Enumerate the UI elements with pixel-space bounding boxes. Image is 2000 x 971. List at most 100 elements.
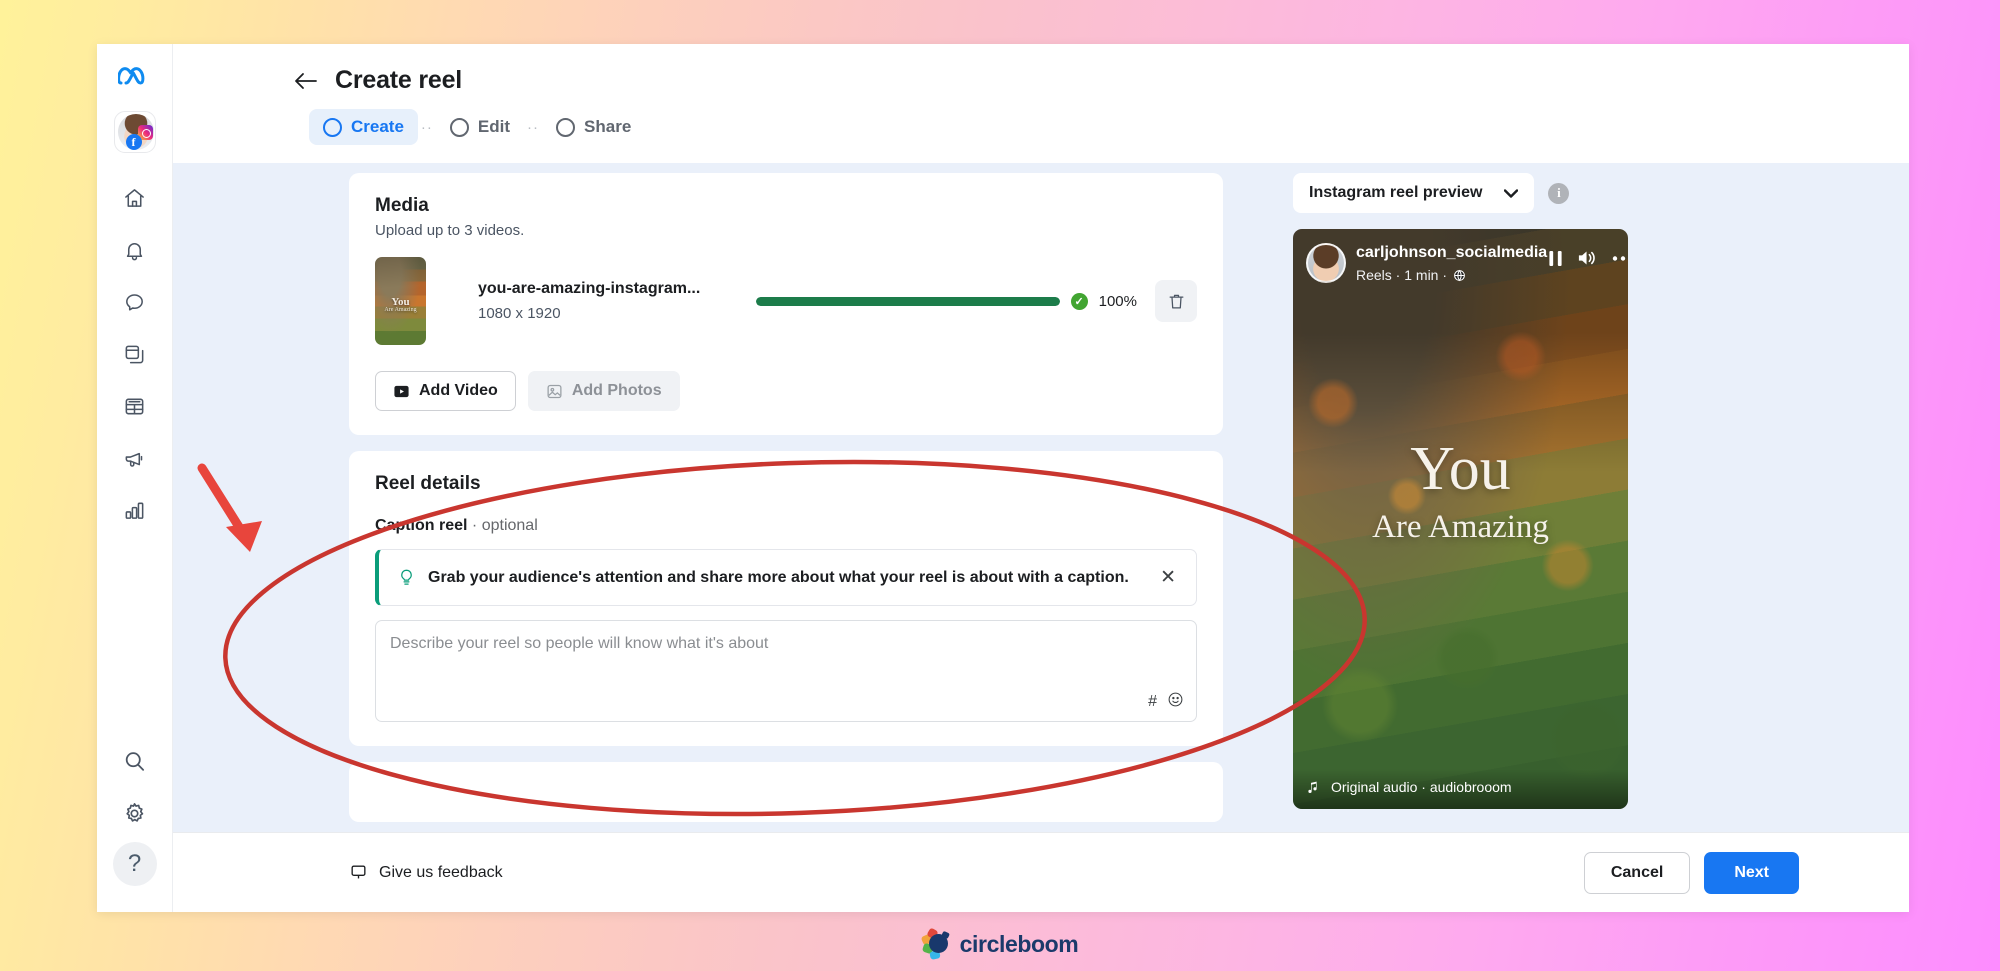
content-body: Media Upload up to 3 videos. You Are Ama… xyxy=(173,163,1909,912)
app-window: f ? Create reel Create ·· Edit ·· Share … xyxy=(97,44,1909,912)
next-button[interactable]: Next xyxy=(1704,851,1799,894)
reel-preview: carljohnson_socialmedia Reels · 1 min · xyxy=(1293,229,1628,809)
step-share[interactable]: Share xyxy=(542,109,645,145)
media-file-row: You Are Amazing you-are-amazing-instagra… xyxy=(375,257,1197,345)
gear-icon xyxy=(126,802,144,822)
emoji-icon[interactable] xyxy=(1167,691,1184,713)
preview-account-name: carljohnson_socialmedia xyxy=(1356,244,1548,261)
delete-media-button[interactable] xyxy=(1155,280,1197,322)
globe-icon xyxy=(1454,269,1465,281)
media-file-name: you-are-amazing-instagram... xyxy=(478,280,701,297)
caption-optional-text: · optional xyxy=(471,517,538,534)
preview-account-bar: carljohnson_socialmedia Reels · 1 min · xyxy=(1293,229,1628,297)
preview-avatar xyxy=(1306,243,1346,283)
chat-bubble-icon xyxy=(126,293,143,311)
thumbnail-text-line2: Are Amazing xyxy=(384,307,417,314)
upload-progress: ✓ 100% xyxy=(756,292,1155,310)
caption-placeholder: Describe your reel so people will know w… xyxy=(390,635,769,652)
photo-icon xyxy=(547,384,562,398)
left-sidebar: f ? xyxy=(97,44,173,912)
media-add-buttons: Add Video Add Photos xyxy=(375,371,1197,411)
media-file-dimensions: 1080 x 1920 xyxy=(478,305,561,322)
meta-logo-icon[interactable] xyxy=(116,64,152,93)
sidebar-item-help[interactable]: ? xyxy=(112,842,157,886)
thumbnail-text-line1: You xyxy=(391,295,410,308)
copy-cards-icon xyxy=(125,345,144,363)
caption-tip-text: Grab your audience's attention and share… xyxy=(428,568,1129,586)
sidebar-item-settings[interactable] xyxy=(112,790,158,836)
sidebar-item-search[interactable] xyxy=(112,738,158,784)
media-title: Media xyxy=(375,195,429,216)
add-photos-button[interactable]: Add Photos xyxy=(527,371,680,411)
media-thumbnail[interactable]: You Are Amazing xyxy=(375,257,426,345)
back-arrow-icon[interactable] xyxy=(293,68,319,94)
add-photos-label: Add Photos xyxy=(571,382,662,399)
caption-field-label: Caption reel · optional xyxy=(375,517,1197,535)
cancel-button[interactable]: Cancel xyxy=(1583,851,1691,894)
close-icon[interactable]: ✕ xyxy=(1156,566,1180,589)
bar-chart-icon xyxy=(125,502,144,519)
step-create[interactable]: Create xyxy=(309,109,418,145)
sidebar-item-insights[interactable] xyxy=(112,487,158,533)
media-card: Media Upload up to 3 videos. You Are Ama… xyxy=(349,173,1223,435)
top-bar: Create reel Create ·· Edit ·· Share xyxy=(173,44,1909,163)
video-play-icon xyxy=(394,385,409,397)
facebook-icon: f xyxy=(125,134,142,150)
preview-overlay-text: You Are Amazing xyxy=(1293,434,1628,546)
feedback-bubble-icon xyxy=(351,865,366,879)
circleboom-brand-text: circleboom xyxy=(959,930,1079,957)
add-video-button[interactable]: Add Video xyxy=(375,371,516,411)
preview-column: Instagram reel preview i carljohnson_soc… xyxy=(1223,173,1909,912)
step-share-label: Share xyxy=(584,117,632,136)
volume-icon[interactable] xyxy=(1577,249,1598,267)
sidebar-item-home[interactable] xyxy=(112,175,158,221)
circleboom-logo-icon xyxy=(920,927,952,960)
give-feedback-button[interactable]: Give us feedback xyxy=(349,863,503,882)
ellipsis-icon[interactable] xyxy=(1612,255,1628,262)
check-circle-icon: ✓ xyxy=(1070,292,1088,310)
step-indicator: Create ·· Edit ·· Share xyxy=(173,95,1909,163)
sidebar-item-notifications[interactable] xyxy=(112,227,158,273)
progress-label: 100% xyxy=(1098,292,1137,310)
caption-input[interactable]: Describe your reel so people will know w… xyxy=(375,620,1197,722)
preview-overlay-line1: You xyxy=(1410,435,1511,503)
preview-type-select[interactable]: Instagram reel preview xyxy=(1293,173,1535,213)
sidebar-item-content[interactable] xyxy=(112,331,158,377)
chevron-down-icon xyxy=(1504,188,1519,198)
form-column: Media Upload up to 3 videos. You Are Ama… xyxy=(173,173,1223,912)
sidebar-item-messages[interactable] xyxy=(112,279,158,325)
media-file-meta: you-are-amazing-instagram... 1080 x 1920 xyxy=(426,280,756,322)
progress-fill xyxy=(756,296,1060,306)
pause-icon[interactable] xyxy=(1548,250,1563,267)
additional-options-card xyxy=(349,762,1223,822)
trash-icon xyxy=(1169,294,1183,308)
sidebar-item-planner[interactable] xyxy=(112,383,158,429)
add-video-label: Add Video xyxy=(419,382,498,399)
step-separator-2: ·· xyxy=(527,118,540,136)
step-circle-icon xyxy=(323,117,342,137)
avatar[interactable]: f xyxy=(113,111,156,153)
sidebar-item-ads[interactable] xyxy=(112,435,158,481)
step-edit-label: Edit xyxy=(477,117,511,136)
step-edit[interactable]: Edit xyxy=(436,109,524,145)
bell-icon xyxy=(126,242,143,260)
caption-toolbar: # xyxy=(1148,691,1184,713)
preview-type-label: Instagram reel preview xyxy=(1309,184,1483,201)
megaphone-icon xyxy=(125,452,143,467)
preview-audio-text: Original audio · audiobrooom xyxy=(1331,779,1512,795)
preview-meta-text: Reels · 1 min · xyxy=(1356,267,1448,283)
circleboom-brand: circleboom xyxy=(0,927,2000,960)
main-area: Create reel Create ·· Edit ·· Share Medi… xyxy=(173,44,1909,912)
preview-controls xyxy=(1548,243,1628,267)
preview-meta-line: Reels · 1 min · xyxy=(1356,267,1538,283)
progress-track xyxy=(756,296,1060,306)
footer-actions: Cancel Next xyxy=(1583,851,1799,894)
info-icon[interactable]: i xyxy=(1548,182,1570,204)
music-note-icon xyxy=(1308,781,1317,793)
give-feedback-label: Give us feedback xyxy=(379,863,503,881)
step-circle-icon xyxy=(556,117,576,137)
hashtag-icon[interactable]: # xyxy=(1148,693,1157,711)
preview-header: Instagram reel preview i xyxy=(1293,173,1909,213)
preview-account-info: carljohnson_socialmedia Reels · 1 min · xyxy=(1356,243,1548,283)
caption-tip-banner: Grab your audience's attention and share… xyxy=(375,549,1197,606)
